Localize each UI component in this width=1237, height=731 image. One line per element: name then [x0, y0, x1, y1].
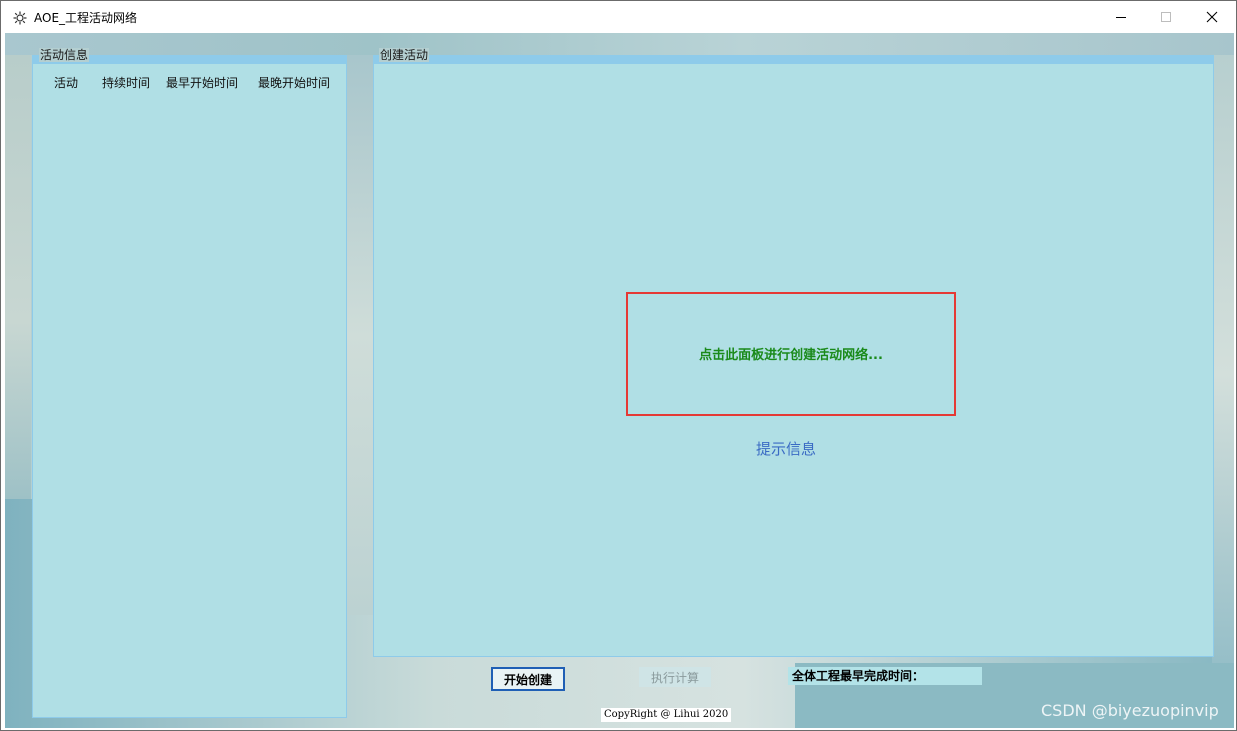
maximize-button[interactable]	[1143, 1, 1189, 33]
background-image	[1212, 55, 1234, 695]
copyright-label: CopyRight @ Lihui 2020	[601, 708, 732, 722]
minimize-icon	[1116, 17, 1126, 18]
activity-info-title: 活动信息	[39, 48, 90, 62]
panel-header-strip	[374, 56, 1213, 64]
execute-calc-button[interactable]: 执行计算	[639, 667, 711, 687]
client-area: 活动信息 活动 持续时间 最早开始时间 最晚开始时间 创建活动 点击此面板进行创…	[5, 33, 1234, 728]
hint-box[interactable]: 点击此面板进行创建活动网络...	[626, 292, 956, 416]
app-window: AOE_工程活动网络 活动信息 活动 持续时间 最早开始时间 最晚开始时间 创建…	[0, 0, 1237, 731]
column-header-activity[interactable]: 活动	[54, 74, 78, 91]
start-create-button[interactable]: 开始创建	[491, 667, 565, 691]
maximize-icon	[1161, 12, 1171, 22]
background-image	[347, 55, 373, 615]
create-activity-panel[interactable]: 创建活动 点击此面板进行创建活动网络... 提示信息	[373, 48, 1214, 657]
watermark-text: CSDN @biyezuopinvip	[1041, 701, 1219, 720]
activity-info-panel: 活动信息 活动 持续时间 最早开始时间 最晚开始时间	[32, 48, 347, 718]
gear-icon	[13, 10, 27, 25]
background-image	[5, 33, 1234, 55]
info-label: 提示信息	[756, 440, 817, 458]
create-hint-text: 点击此面板进行创建活动网络...	[699, 348, 883, 363]
background-image	[5, 55, 31, 499]
column-header-earliest-start[interactable]: 最早开始时间	[166, 74, 238, 91]
title-bar[interactable]: AOE_工程活动网络	[1, 1, 1236, 33]
earliest-finish-label: 全体工程最早完成时间：	[788, 667, 982, 685]
close-button[interactable]	[1189, 1, 1235, 33]
column-header-duration[interactable]: 持续时间	[102, 74, 150, 91]
column-header-latest-start[interactable]: 最晚开始时间	[258, 74, 330, 91]
minimize-button[interactable]	[1098, 1, 1144, 33]
close-icon	[1206, 11, 1218, 23]
create-activity-title: 创建活动	[379, 48, 430, 62]
window-title: AOE_工程活动网络	[34, 11, 138, 25]
